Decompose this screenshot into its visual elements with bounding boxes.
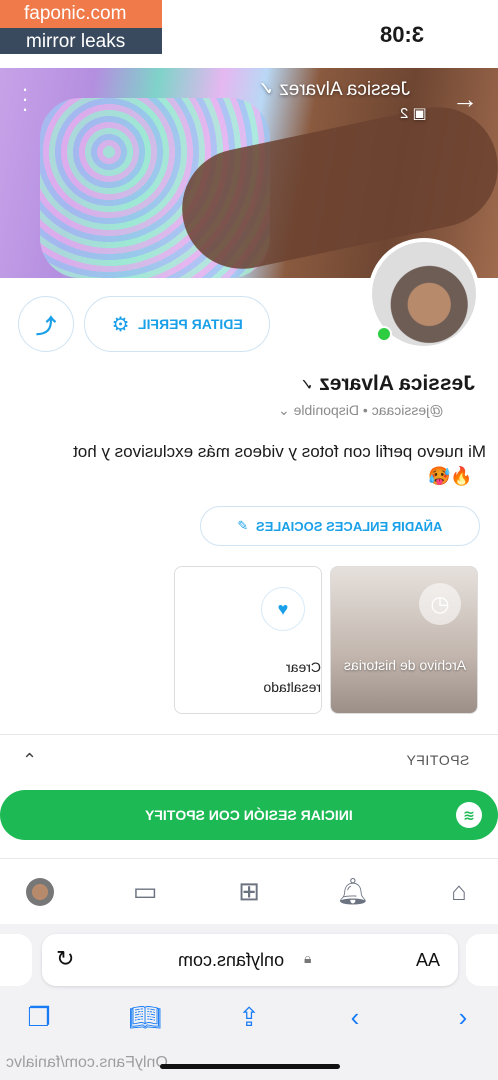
verified-icon: ✓ xyxy=(300,377,314,394)
divider xyxy=(0,858,498,859)
story-archive-label: Archivo de historias xyxy=(343,657,467,673)
status-time: 3:08 xyxy=(380,22,425,47)
more-vertical-icon[interactable]: · · · xyxy=(20,78,30,120)
text-size-button[interactable]: AA xyxy=(416,950,440,971)
spotify-login-button[interactable]: INICIAR SESIÓN CON SPOTIFY xyxy=(0,790,498,840)
profile-bio: Mi nuevo perfil con fotos y videos más e… xyxy=(73,442,486,461)
pencil-icon: ✎ xyxy=(237,518,249,533)
lock-icon: 🔒︎ xyxy=(304,950,312,966)
home-icon[interactable]: ⌂ xyxy=(442,874,476,908)
message-icon[interactable]: ▭ xyxy=(128,874,162,908)
add-social-links-button[interactable]: ✎ AÑADIR ENLACES SOCIALES xyxy=(200,506,480,546)
arrow-right-icon[interactable]: → xyxy=(452,84,478,115)
watermark-bottom: OnlyFans.com/fanialvc xyxy=(6,1054,168,1071)
verified-icon: ✓ xyxy=(258,79,274,100)
profile-status: Disponible xyxy=(293,402,359,418)
edit-profile-button[interactable]: ⚙ EDITAR PERFIL xyxy=(84,296,270,352)
add-social-links-label: AÑADIR ENLACES SOCIALES xyxy=(256,518,443,534)
media-count-value: 2 xyxy=(400,105,409,122)
create-highlight-label: Crear resaltado xyxy=(263,659,321,695)
bookmarks-icon[interactable]: 📖︎ xyxy=(128,1000,162,1034)
reload-icon[interactable]: ↻ xyxy=(56,946,74,972)
share-button[interactable]: ⤴ xyxy=(18,296,74,352)
spotify-section-title: SPOTIFY xyxy=(406,752,470,768)
chevron-up-icon[interactable]: ⌃ xyxy=(22,750,37,771)
forward-icon[interactable]: ‹ xyxy=(338,1000,372,1034)
tab-peek-left[interactable] xyxy=(0,934,32,986)
tabs-icon[interactable]: ❐ xyxy=(22,1000,56,1034)
profile-handle: @jessicaac xyxy=(371,402,444,418)
separator-dot: • xyxy=(359,402,368,418)
plus-square-icon[interactable]: ⊞ xyxy=(232,874,266,908)
nav-avatar[interactable] xyxy=(26,878,54,906)
spotify-icon: ≋ xyxy=(456,802,482,828)
home-indicator xyxy=(160,1064,340,1069)
url-text[interactable]: onlyfans.com xyxy=(178,950,284,971)
create-highlight-card[interactable]: ♥ Crear resaltado xyxy=(174,566,322,714)
image-icon: ▣ xyxy=(412,105,427,122)
heart-icon: ♥ xyxy=(261,587,305,631)
watermark-sub: mirror leaks xyxy=(0,28,162,54)
divider xyxy=(0,734,498,735)
spotify-login-label: INICIAR SESIÓN CON SPOTIFY xyxy=(145,807,353,823)
profile-handle-row[interactable]: @jessicaac • Disponible ⌄ xyxy=(278,402,443,419)
profile-bio-emoji: 🥵🔥 xyxy=(428,466,473,486)
cover-media-count: ▣ 2 xyxy=(400,104,427,122)
story-archive-card[interactable]: ◷ Archivo de historias xyxy=(330,566,478,714)
back-icon[interactable]: › xyxy=(446,1000,480,1034)
bell-icon[interactable]: 🔔︎ xyxy=(336,874,370,908)
profile-name-text: Jessica Alvarez xyxy=(319,372,475,395)
watermark-top: faponic.com xyxy=(0,0,162,28)
clock-icon: ◷ xyxy=(419,583,461,625)
gear-icon: ⚙ xyxy=(111,313,130,336)
share-icon[interactable]: ⇪ xyxy=(232,1000,266,1034)
edit-profile-label: EDITAR PERFIL xyxy=(137,316,243,332)
online-indicator xyxy=(376,326,392,342)
chevron-down-icon: ⌄ xyxy=(278,402,290,418)
profile-name: Jessica Alvarez ✓ xyxy=(300,372,475,396)
cover-title-text: Jessica Alvarez xyxy=(279,79,411,100)
cover-title: Jessica Alvarez ✓ xyxy=(258,78,410,101)
share-icon: ⤴ xyxy=(36,315,56,338)
tab-peek-right[interactable] xyxy=(466,934,498,986)
